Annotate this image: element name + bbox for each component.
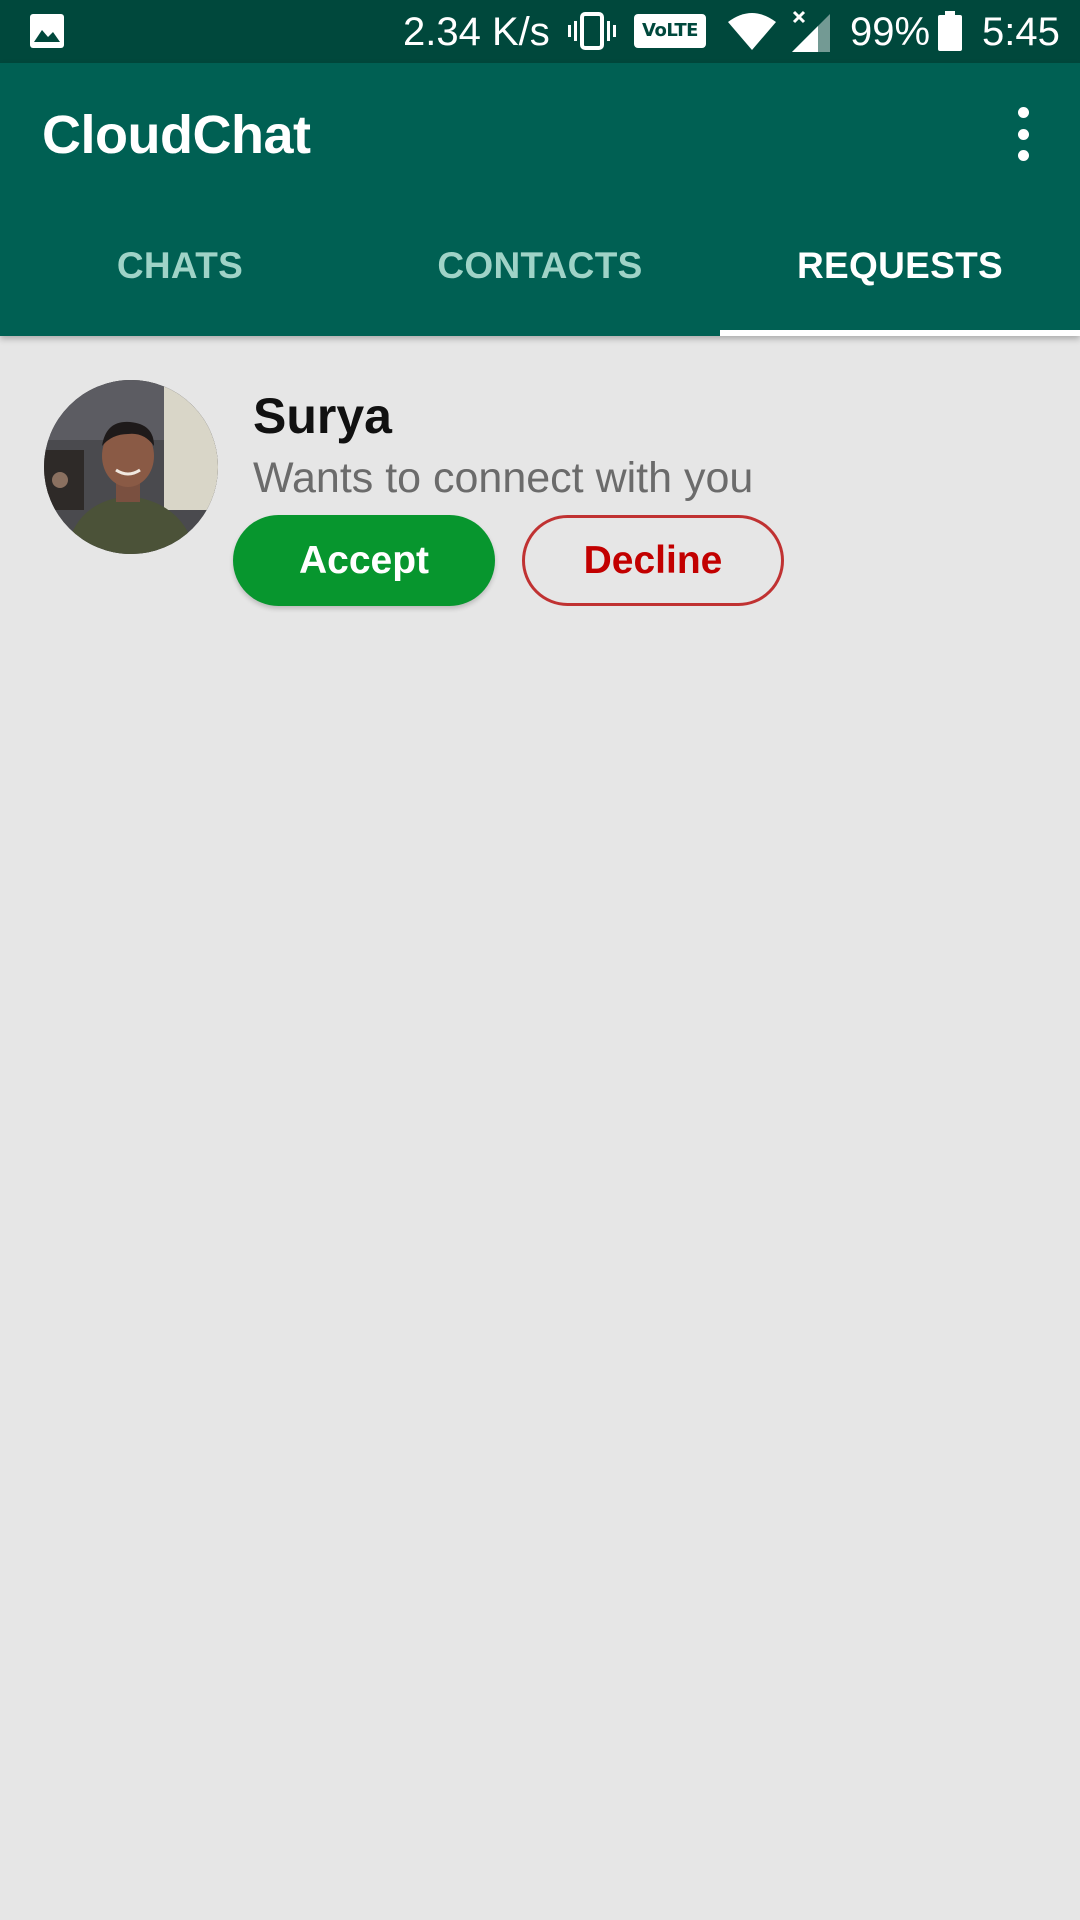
avatar-photo [44, 380, 218, 554]
tab-chats[interactable]: CHATS [0, 233, 360, 336]
app-title: CloudChat [42, 105, 311, 165]
tab-requests[interactable]: REQUESTS [720, 233, 1080, 336]
more-vertical-icon[interactable] [1000, 107, 1046, 161]
battery-percent: 99% [850, 10, 931, 54]
signal-icon [792, 10, 830, 52]
battery-icon [938, 11, 962, 51]
tab-contacts[interactable]: CONTACTS [360, 233, 720, 336]
menu-dot [1017, 107, 1029, 118]
clock: 5:45 [982, 10, 1060, 54]
request-item: Surya Wants to connect with you Accept D… [0, 336, 1080, 626]
menu-dot [1017, 150, 1029, 161]
menu-dot [1017, 128, 1029, 140]
wifi-icon [728, 13, 776, 50]
status-bar: 2.34 K/s VoLTE 99% 5:45 [0, 0, 1080, 63]
decline-button[interactable]: Decline [522, 515, 784, 606]
accept-button[interactable]: Accept [233, 515, 495, 606]
gallery-icon [30, 14, 64, 48]
tab-requests-label: REQUESTS [797, 245, 1003, 286]
app-bar: CloudChat CHATS CONTACTS REQUESTS [0, 63, 1080, 336]
avatar[interactable] [44, 380, 218, 554]
tab-bar: CHATS CONTACTS REQUESTS [0, 233, 1080, 336]
request-message: Wants to connect with you [253, 454, 754, 502]
vibrate-icon [568, 12, 616, 50]
requester-name: Surya [253, 388, 392, 444]
network-speed: 2.34 K/s [403, 10, 550, 54]
volte-icon: VoLTE [634, 14, 706, 48]
